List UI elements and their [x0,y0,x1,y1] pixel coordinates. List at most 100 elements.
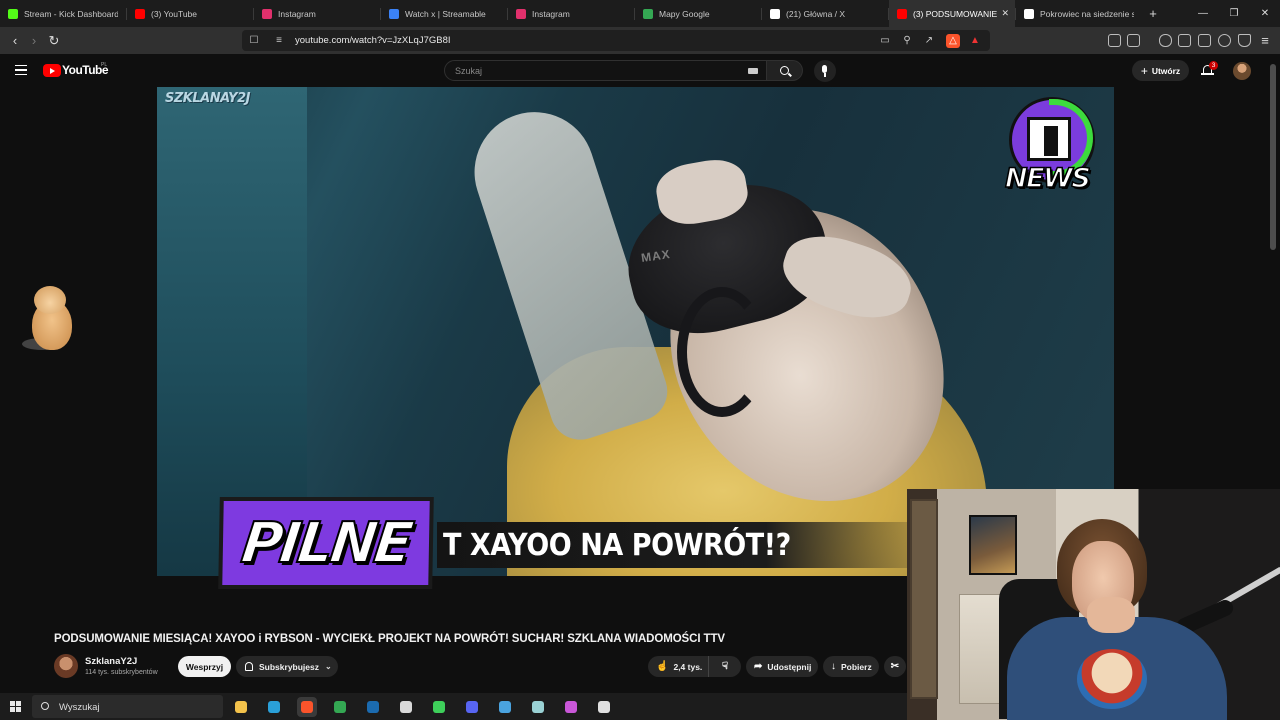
close-tab-icon[interactable]: ✕ [1001,8,1009,19]
tab-search-icon[interactable] [1127,34,1140,47]
download-label: Pobierz [841,661,872,672]
close-window-button[interactable]: ✕ [1249,0,1280,27]
brave-shields-icon[interactable]: △ [946,34,960,48]
clip-button[interactable]: ✂ [884,656,906,677]
bookmark-icon[interactable]: ☐ [247,34,261,48]
browser-tab[interactable]: Instagram [254,0,380,27]
window-icon[interactable] [594,697,614,717]
subscribe-label: Subskrybujesz [259,661,319,672]
wallet-icon[interactable] [1198,34,1211,47]
search-button[interactable] [767,60,803,81]
leo-ai-icon[interactable] [1218,34,1231,47]
game-launcher-icon[interactable] [429,697,449,717]
pilne-badge: PILNE [218,497,434,589]
brave-rewards-icon[interactable]: ▲ [968,34,982,48]
browser-tab[interactable]: Instagram [508,0,634,27]
search-icon [780,66,789,75]
steam-icon[interactable] [363,697,383,717]
browser-tab-strip: Stream - Kick Dashboard (3) YouTube Instag… [0,0,1280,27]
kick-icon [8,8,18,19]
thumbs-down-icon: ☟ [721,661,729,672]
site-settings-icon[interactable]: ≡ [272,34,286,48]
youtube-logo-icon[interactable] [43,64,61,77]
search-placeholder: Szukaj [455,66,483,76]
address-bar[interactable]: ☐ ≡ youtube.com/watch?v=JzXLqJ7GB8I ▭ ⚲ … [242,30,990,51]
taskbar-search-placeholder: Wyszukaj [59,702,100,713]
tab-list: Stream - Kick Dashboard (3) YouTube Instag… [0,0,1142,27]
browser-tab[interactable]: (21) Główna / X [762,0,888,27]
cast-icon[interactable]: ▭ [878,34,892,48]
dislike-button[interactable]: ☟ [708,656,741,677]
chrome-icon[interactable] [330,697,350,717]
extensions-icon[interactable] [1108,34,1121,47]
page-scrollbar[interactable] [1270,64,1276,250]
browser-tab[interactable]: Pokrowiec na siedzenie sk [1016,0,1142,27]
search-input[interactable]: Szukaj [444,60,767,81]
taskbar-search[interactable]: Wyszukaj [32,695,223,718]
browser-tab[interactable]: (3) YouTube [127,0,253,27]
notes-icon[interactable] [528,697,548,717]
account-avatar[interactable] [1233,62,1251,80]
restore-button[interactable]: ❐ [1218,0,1250,27]
video-title: PODSUMOWANIE MIESIĄCA! XAYOO i RYBSON - … [54,633,725,645]
tab-label: Watch x | Streamable [405,8,486,19]
k-news-label: NEWS [1004,162,1091,195]
create-label: Utwórz [1151,65,1181,76]
share-icon[interactable]: ↗ [922,34,936,48]
chevron-down-icon: ⌄ [325,662,332,671]
share-button[interactable]: ➦ Udostępnij [746,656,818,677]
tab-label: Mapy Google [659,8,710,19]
sidebar-icon[interactable] [1178,34,1191,47]
file-explorer-icon[interactable] [231,697,251,717]
channel-avatar[interactable] [54,654,78,678]
obs-icon[interactable] [396,697,416,717]
url-text[interactable]: youtube.com/watch?v=JzXLqJ7GB8I [295,35,451,46]
minimize-button[interactable]: — [1187,0,1219,27]
back-button[interactable]: ‹ [6,32,24,50]
browser-tab[interactable]: Watch x | Streamable [381,0,507,27]
youtube-header: YouTube PL Szukaj + Utwórz [0,54,1280,87]
zoom-icon[interactable]: ⚲ [900,34,914,48]
subscribe-button[interactable]: Subskrybujesz ⌄ [236,656,338,677]
download-button[interactable]: ↓ Pobierz [823,656,879,677]
support-button[interactable]: Wesprzyj [178,656,231,677]
new-tab-button[interactable]: + [1142,6,1164,21]
windows-taskbar: Wyszukaj [0,693,907,720]
keyboard-icon[interactable] [748,68,758,74]
windows-start-icon[interactable] [10,701,21,712]
headline-text: T XAYOO NA POWRÓT!? [443,527,791,563]
app-icon[interactable] [495,697,515,717]
search-icon [41,702,49,710]
subscriber-count: 114 tys. subskrybentów [85,669,158,676]
like-button[interactable]: ☝ 2,4 tys. [648,656,708,677]
tab-label: Instagram [278,8,316,19]
brave-icon[interactable] [297,697,317,717]
menu-icon[interactable]: ≡ [1256,32,1274,50]
media-icon[interactable] [1159,34,1172,47]
voice-search-button[interactable] [814,60,836,82]
tab-label: Stream - Kick Dashboard [24,8,118,19]
forward-button[interactable]: › [25,32,43,50]
discord-icon[interactable] [462,697,482,717]
tab-label: Instagram [532,8,570,19]
bell-icon [245,662,253,671]
browser-tab[interactable]: Stream - Kick Dashboard [0,0,126,27]
like-count: 2,4 tys. [673,661,703,672]
pilne-text: PILNE [237,510,415,577]
create-button[interactable]: + Utwórz [1132,60,1189,81]
hamster-sticker [22,282,78,354]
webcam-overlay [907,489,1280,720]
vpn-icon[interactable] [1238,34,1251,47]
thumbs-up-icon: ☝ [656,661,669,672]
k-news-logo: NEWS [1004,95,1101,205]
utility-icon[interactable] [561,697,581,717]
browser-tab[interactable]: (3) PODSUMOWANIE ✕ [889,0,1015,27]
tab-label: (3) YouTube [151,8,197,19]
edge-icon[interactable] [264,697,284,717]
browser-tab[interactable]: Mapy Google [635,0,761,27]
region-code: PL [101,62,108,68]
reload-button[interactable]: ↻ [45,32,63,50]
instagram-icon [262,8,272,19]
channel-name[interactable]: SzklanaY2J [85,656,137,667]
guide-menu-icon[interactable] [15,65,27,75]
